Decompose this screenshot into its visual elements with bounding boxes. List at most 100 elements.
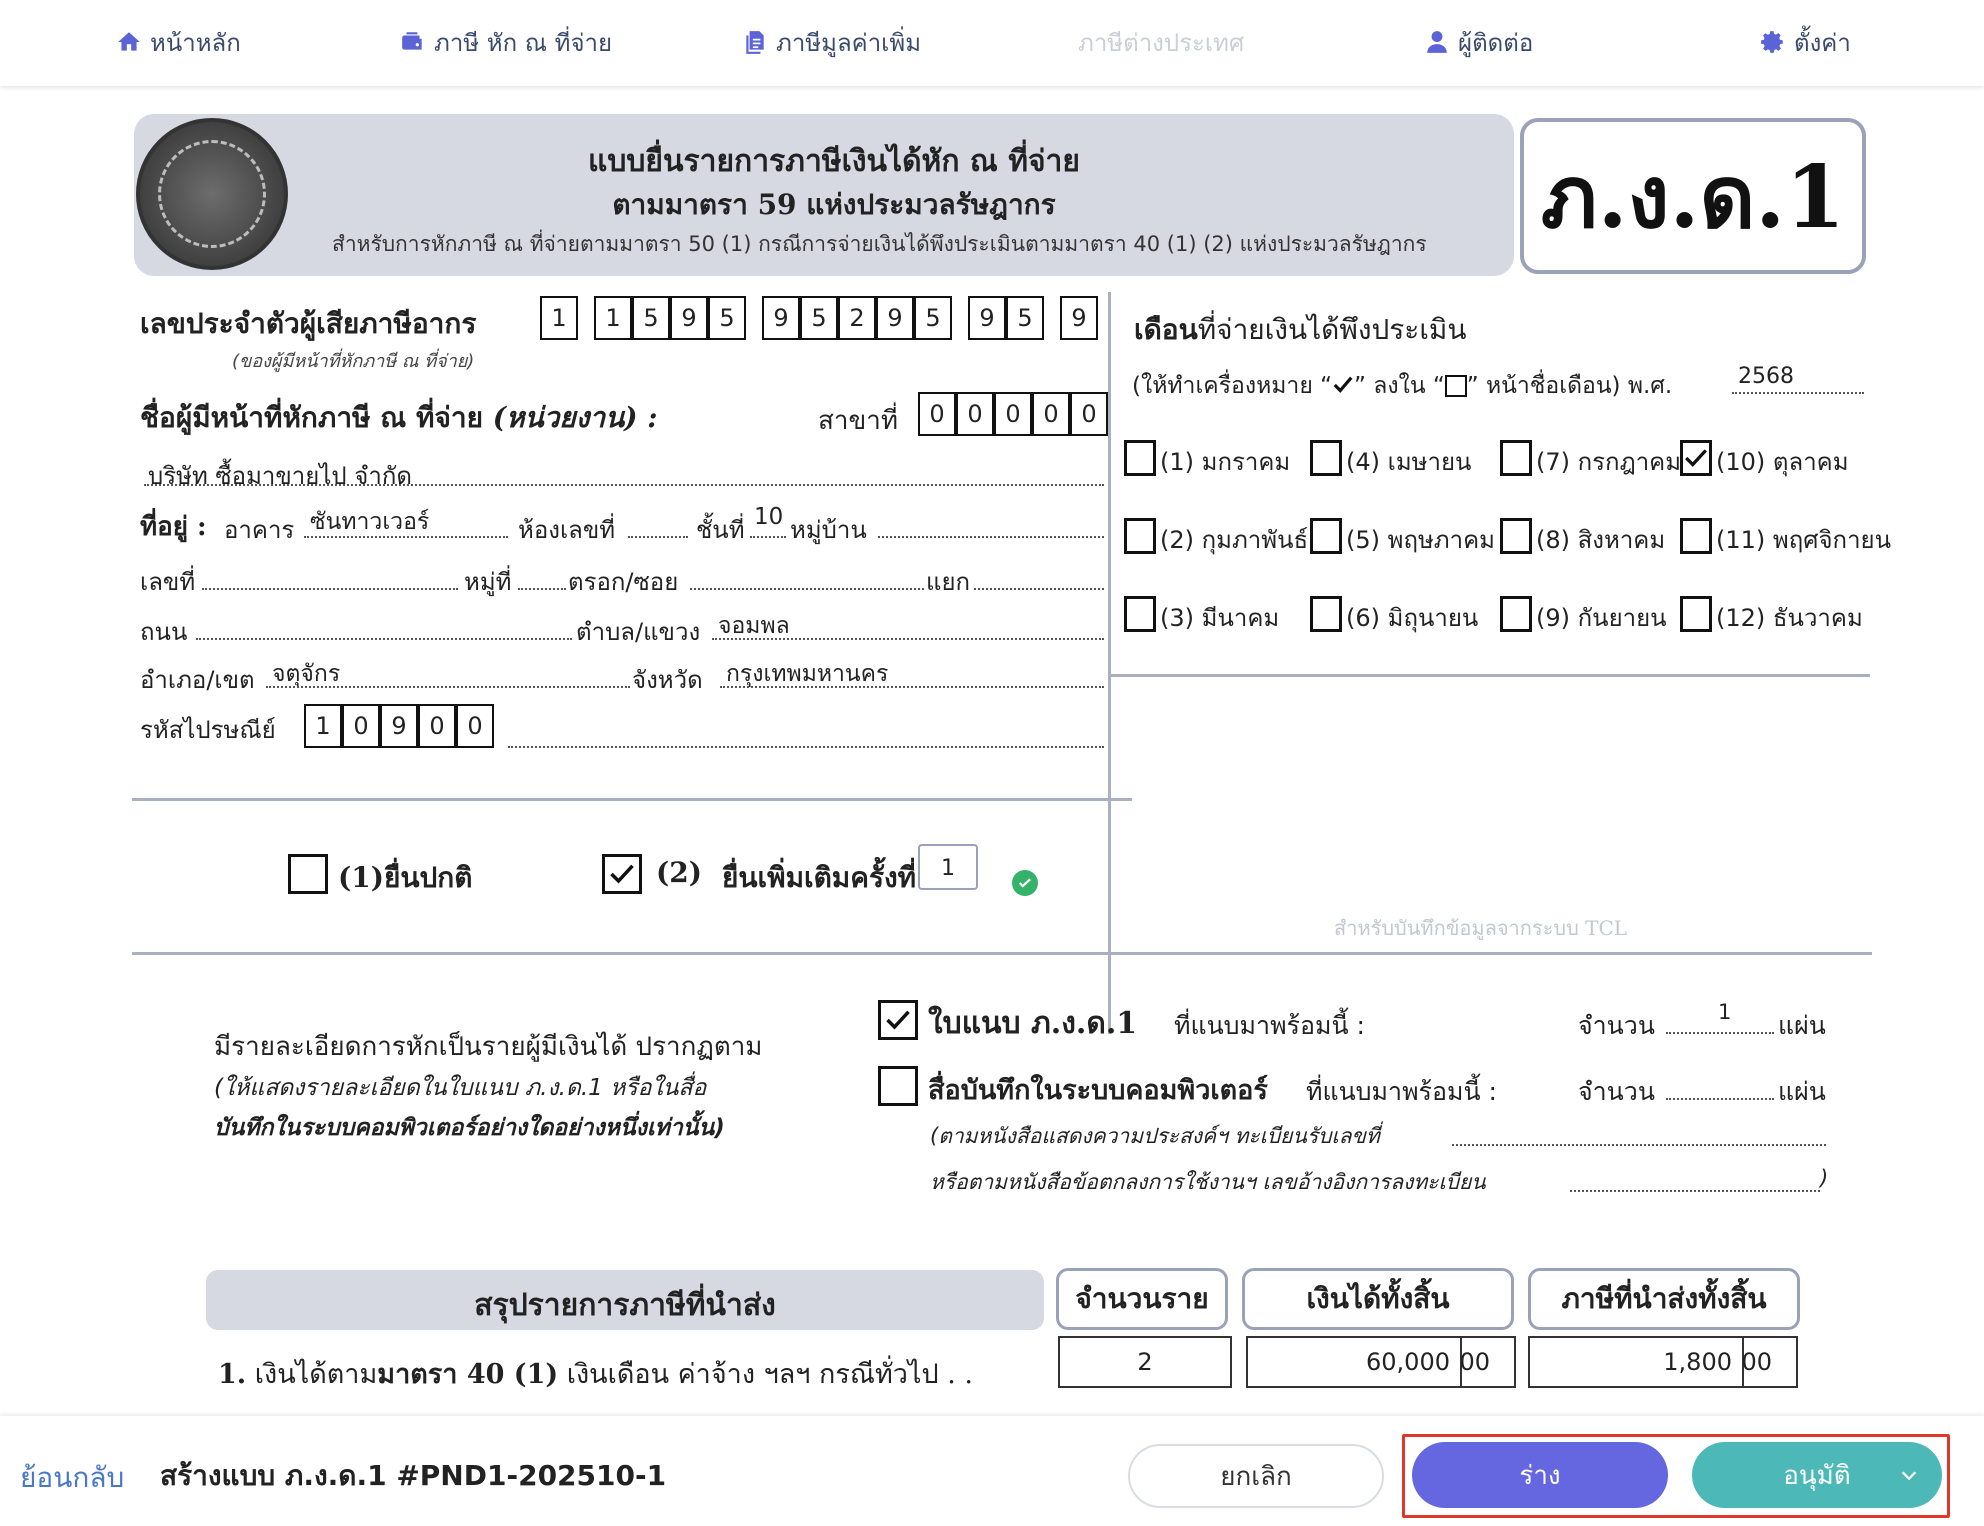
approve-button-label: อนุมัติ — [1783, 1460, 1851, 1491]
summary-row1-dots: . . — [947, 1359, 973, 1390]
soi-label: ตรอก/ซอย — [568, 568, 679, 596]
checkmark-icon — [1333, 376, 1353, 393]
month-checkbox-november[interactable] — [1680, 518, 1712, 554]
tax-id-digit[interactable]: 5 — [708, 296, 746, 340]
branch-digit[interactable]: 0 — [994, 392, 1032, 436]
tax-id-digit[interactable]: 9 — [968, 296, 1006, 340]
payer-name-line — [144, 484, 1104, 486]
junction-line — [974, 588, 1104, 590]
valid-check-icon — [1012, 870, 1038, 896]
postal-digit[interactable]: 0 — [418, 704, 456, 748]
month-checkbox-february[interactable] — [1124, 518, 1156, 554]
back-link[interactable]: ย้อนกลับ — [20, 1456, 124, 1500]
additional-count-input[interactable]: 1 — [918, 844, 978, 890]
tax-id-digit[interactable]: 1 — [540, 296, 578, 340]
tax-id-digit[interactable]: 5 — [1006, 296, 1044, 340]
approve-button[interactable]: อนุมัติ — [1692, 1442, 1942, 1508]
tax-id-digit[interactable]: 9 — [670, 296, 708, 340]
month-checkbox-april[interactable] — [1310, 440, 1342, 476]
floor-value[interactable]: 10 — [754, 504, 783, 530]
month-checkbox-march[interactable] — [1124, 596, 1156, 632]
tax-year-value[interactable]: 2568 — [1738, 364, 1794, 389]
document-icon — [742, 29, 768, 55]
section-divider — [132, 952, 1872, 955]
tax-id-digit[interactable]: 1 — [594, 296, 632, 340]
nav-home[interactable]: หน้าหลัก — [116, 22, 241, 62]
media-count-line — [1666, 1098, 1774, 1100]
branch-digit[interactable]: 0 — [918, 392, 956, 436]
postal-label: รหัสไปรษณีย์ — [140, 716, 276, 744]
moo-line — [518, 588, 566, 590]
form-subtitle: ตามมาตรา 59 แห่งประมวลรัษฎากร — [612, 188, 1056, 221]
nav-settings[interactable]: ตั้งค่า — [1760, 22, 1851, 62]
chevron-down-icon[interactable] — [1898, 1464, 1920, 1486]
building-value[interactable]: ซันทาวเวอร์ — [310, 504, 429, 540]
postal-line — [508, 746, 1104, 748]
moo-label: หมู่ที่ — [464, 568, 512, 596]
month-checkbox-june[interactable] — [1310, 596, 1342, 632]
postal-digit[interactable]: 9 — [380, 704, 418, 748]
payer-label-suffix: (หน่วยงาน) : — [492, 401, 658, 434]
month-label-september: (9) กันยายน — [1536, 604, 1667, 632]
tax-id-digit[interactable]: 5 — [914, 296, 952, 340]
attach-pnd1-checkbox[interactable] — [878, 1000, 918, 1040]
address-label: ที่อยู่ : — [140, 512, 207, 542]
draft-button[interactable]: ร่าง — [1412, 1442, 1668, 1508]
month-checkbox-may[interactable] — [1310, 518, 1342, 554]
summary-row1-count-cell[interactable]: 2 — [1058, 1336, 1232, 1388]
normal-filing-checkbox[interactable] — [288, 854, 328, 894]
nav-contacts[interactable]: ผู้ติดต่อ — [1424, 22, 1533, 62]
media-note-end: ) — [1820, 1166, 1829, 1190]
month-checkbox-august[interactable] — [1500, 518, 1532, 554]
floor-label: ชั้นที่ — [696, 516, 745, 544]
attach-media-label: สื่อบันทึกในระบบคอมพิวเตอร์ — [928, 1075, 1268, 1106]
tax-id-digit[interactable]: 9 — [762, 296, 800, 340]
form-description: สำหรับการหักภาษี ณ ที่จ่ายตามมาตรา 50 (1… — [332, 232, 1427, 256]
month-checkbox-september[interactable] — [1500, 596, 1532, 632]
tax-id-digit[interactable]: 5 — [632, 296, 670, 340]
attach-media-suffix: ที่แนบมาพร้อมนี้ : — [1306, 1077, 1497, 1106]
month-checkbox-december[interactable] — [1680, 596, 1712, 632]
month-label-january: (1) มกราคม — [1160, 448, 1291, 476]
summary-row1-tax-cell[interactable]: 1,800 00 — [1528, 1336, 1798, 1388]
month-label-june: (6) มิถุนายน — [1346, 604, 1479, 632]
months-title-rest: ที่จ่ายเงินได้พึงประเมิน — [1197, 313, 1467, 346]
summary-title: สรุปรายการภาษีที่นำส่ง — [474, 1288, 776, 1323]
tax-id-digit[interactable]: 9 — [876, 296, 914, 340]
attach-count-value[interactable]: 1 — [1718, 1000, 1731, 1024]
tcl-note: สำหรับบันทึกข้อมูลจากระบบ TCL — [1334, 916, 1628, 940]
attach-count-label: จำนวน — [1578, 1011, 1655, 1040]
postal-digit[interactable]: 0 — [342, 704, 380, 748]
payer-name-value[interactable]: บริษัท ซื้อมาขายไป จำกัด — [148, 456, 412, 495]
attach-sheet-unit: แผ่น — [1778, 1011, 1826, 1040]
month-label-march: (3) มีนาคม — [1160, 604, 1280, 632]
nav-vat[interactable]: ภาษีมูลค่าเพิ่ม — [742, 22, 921, 62]
month-label-july: (7) กรกฎาคม — [1536, 448, 1682, 476]
right-divider — [1110, 674, 1870, 677]
month-checkbox-october[interactable] — [1680, 440, 1712, 476]
branch-digit[interactable]: 0 — [1032, 392, 1070, 436]
gear-icon — [1760, 29, 1786, 55]
additional-filing-checkbox[interactable] — [602, 854, 642, 894]
month-checkbox-july[interactable] — [1500, 440, 1532, 476]
left-divider — [132, 798, 1132, 801]
branch-digit[interactable]: 0 — [956, 392, 994, 436]
month-label-december: (12) ธันวาคม — [1716, 604, 1863, 632]
month-checkbox-january[interactable] — [1124, 440, 1156, 476]
postal-digit[interactable]: 1 — [304, 704, 342, 748]
months-title: เดือนที่จ่ายเงินได้พึงประเมิน — [1134, 308, 1467, 352]
nav-contacts-label: ผู้ติดต่อ — [1458, 28, 1534, 57]
summary-row1-income-cell[interactable]: 60,000 00 — [1246, 1336, 1516, 1388]
media-note-2: หรือตามหนังสือข้อตกลงการใช้งานฯ เลขอ้างอ… — [930, 1170, 1486, 1194]
nav-withholding-tax[interactable]: ภาษี หัก ณ ที่จ่าย — [400, 22, 612, 62]
attach-media-checkbox[interactable] — [878, 1066, 918, 1106]
postal-digit[interactable]: 0 — [456, 704, 494, 748]
month-label-may: (5) พฤษภาคม — [1346, 526, 1495, 554]
tax-id-digit[interactable]: 5 — [800, 296, 838, 340]
branch-digit[interactable]: 0 — [1070, 392, 1108, 436]
tax-id-digit[interactable]: 2 — [838, 296, 876, 340]
cancel-button[interactable]: ยกเลิก — [1128, 1444, 1384, 1508]
media-note-1: (ตามหนังสือแสดงความประสงค์ฯ ทะเบียนรับเล… — [930, 1124, 1380, 1148]
summary-row1-count: 2 — [1137, 1348, 1153, 1376]
tax-id-digit[interactable]: 9 — [1060, 296, 1098, 340]
